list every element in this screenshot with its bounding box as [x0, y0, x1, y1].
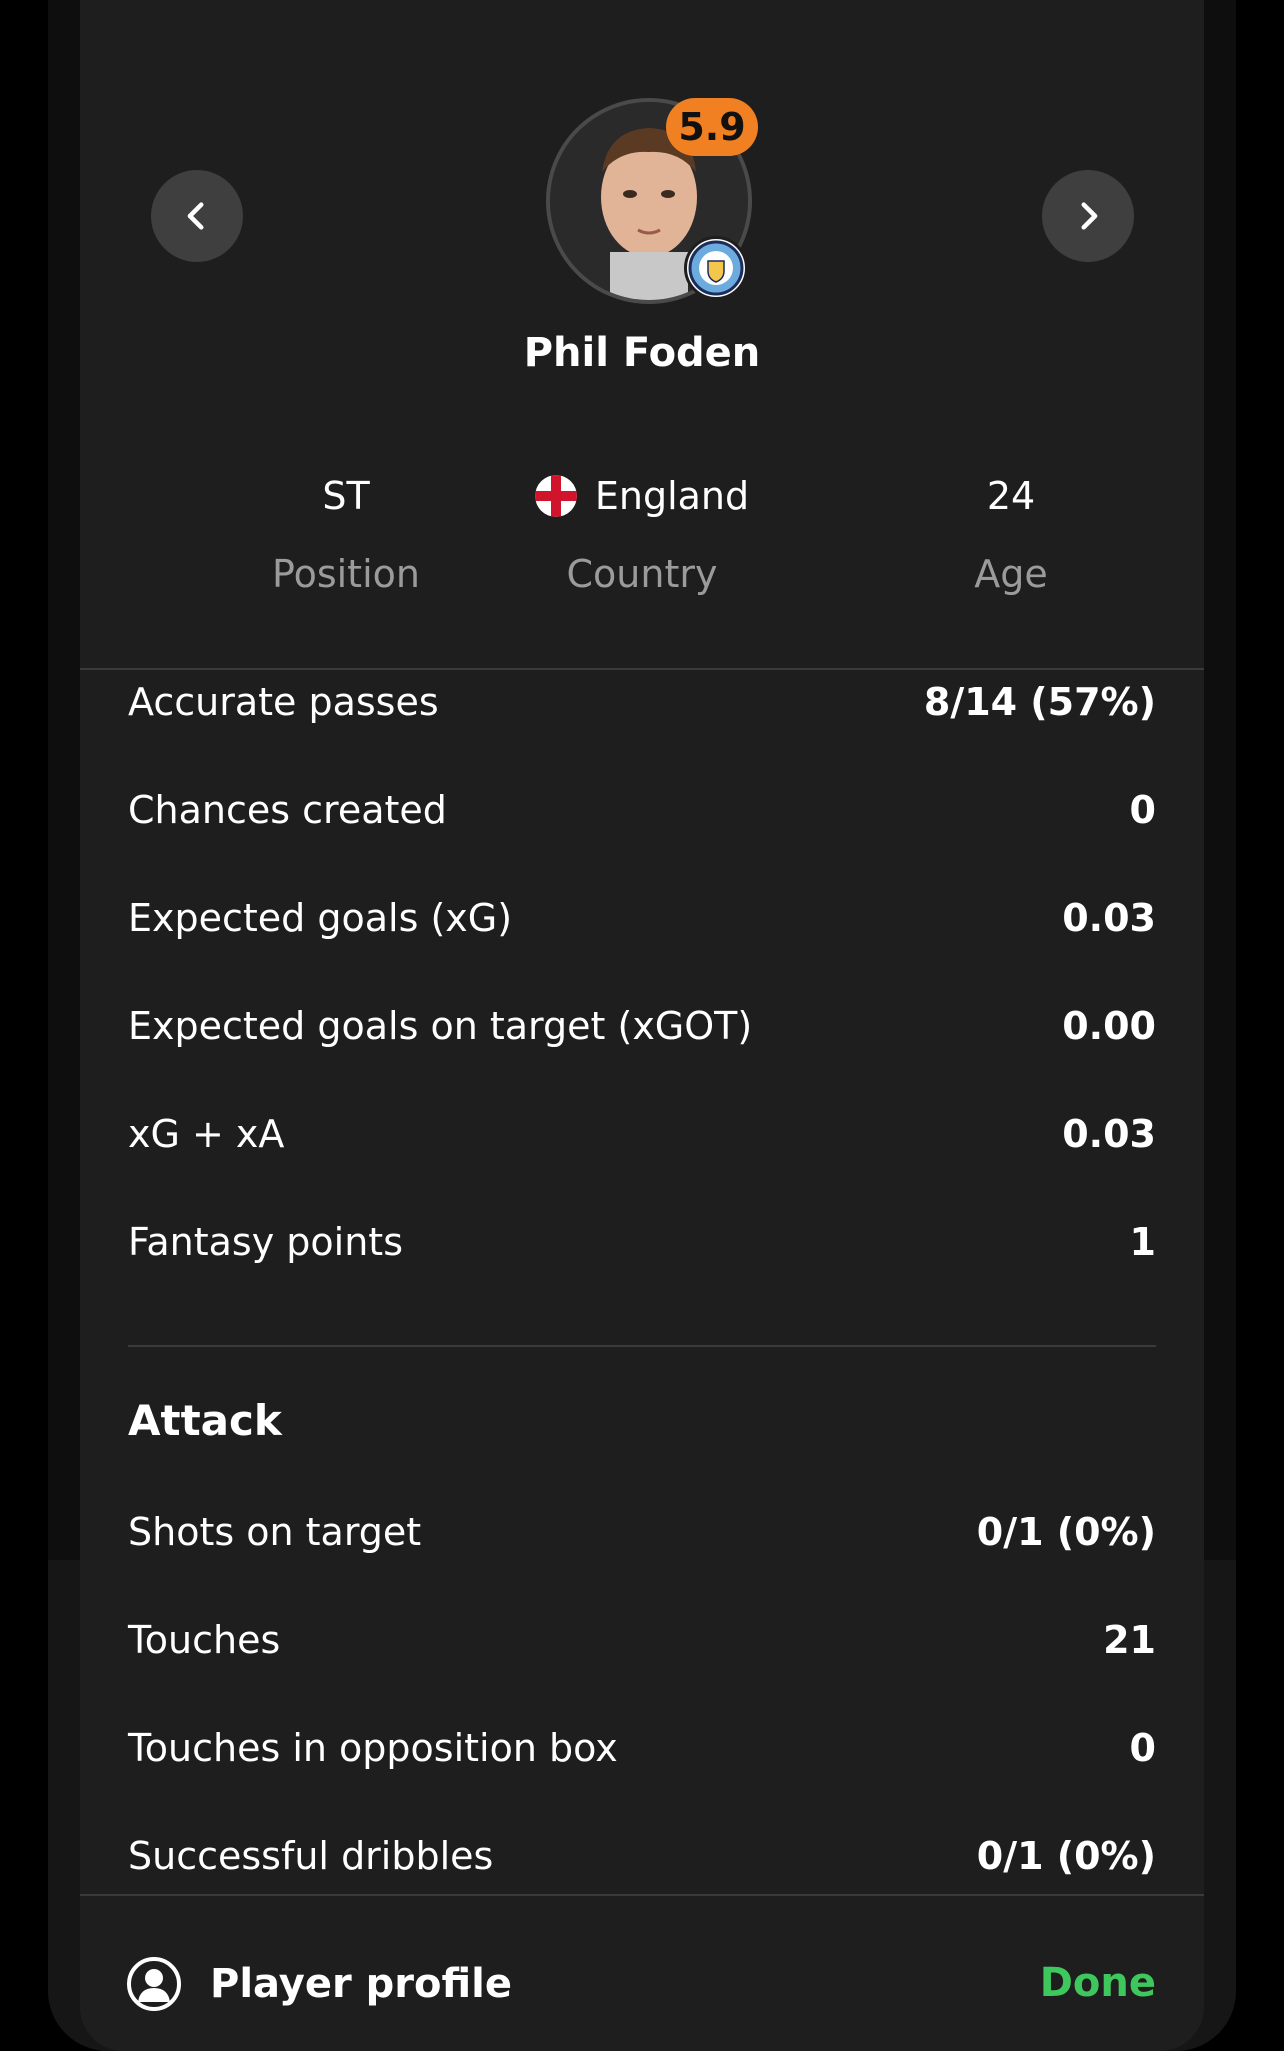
stat-label: Chances created	[128, 788, 447, 832]
stat-value: 0.00	[1062, 1004, 1156, 1048]
position-value: ST	[322, 474, 370, 518]
attack-section-title: Attack	[128, 1396, 282, 1445]
player-stats-sheet: 5.9 Phil Foden ST Position England Count…	[80, 0, 1204, 2051]
country-value: England	[594, 474, 750, 518]
stat-label: Accurate passes	[128, 680, 439, 724]
stat-value: 0	[1129, 1726, 1156, 1770]
player-name: Phil Foden	[523, 330, 761, 376]
header-divider	[80, 668, 1204, 670]
player-profile-button[interactable]: Player profile	[126, 1956, 512, 2012]
player-rating-badge: 5.9	[666, 98, 758, 156]
next-player-button[interactable]	[1042, 170, 1134, 262]
stat-value: 0/1 (0%)	[976, 1834, 1156, 1878]
done-button[interactable]: Done	[1040, 1960, 1156, 2006]
stat-label: xG + xA	[128, 1112, 285, 1156]
stat-row: Fantasy points 1	[128, 1212, 1156, 1272]
stat-row: Expected goals (xG) 0.03	[128, 888, 1156, 948]
stat-value: 1	[1129, 1220, 1156, 1264]
stat-row: Accurate passes 8/14 (57%)	[128, 672, 1156, 732]
age-label: Age	[974, 552, 1048, 596]
age-value: 24	[986, 474, 1036, 518]
player-profile-label: Player profile	[210, 1961, 512, 2007]
stat-row: Expected goals on target (xGOT) 0.00	[128, 996, 1156, 1056]
stat-value: 0.03	[1062, 1112, 1156, 1156]
stat-row: Chances created 0	[128, 780, 1156, 840]
stat-value: 21	[1103, 1618, 1156, 1662]
stat-label: Successful dribbles	[128, 1834, 494, 1878]
stat-value: 0/1 (0%)	[976, 1510, 1156, 1554]
attack-stat-row: Touches in opposition box 0	[128, 1718, 1156, 1778]
user-profile-icon	[127, 1957, 181, 2011]
attack-stat-row: Touches 21	[128, 1610, 1156, 1670]
section-divider	[128, 1345, 1156, 1347]
position-info: ST Position	[176, 470, 516, 596]
sheet-footer: Player profile Done	[80, 1894, 1204, 2051]
stat-label: Expected goals on target (xGOT)	[128, 1004, 753, 1048]
stat-value: 0.03	[1062, 896, 1156, 940]
stat-label: Shots on target	[128, 1510, 422, 1554]
stat-label: Touches in opposition box	[128, 1726, 618, 1770]
position-label: Position	[272, 552, 420, 596]
chevron-right-icon	[1081, 202, 1098, 230]
stat-label: Fantasy points	[128, 1220, 403, 1264]
chevron-left-icon	[187, 202, 204, 230]
age-info: 24 Age	[926, 470, 1096, 596]
previous-player-button[interactable]	[151, 170, 243, 262]
country-label: Country	[566, 552, 718, 596]
stat-label: Touches	[128, 1618, 281, 1662]
attack-stat-row: Shots on target 0/1 (0%)	[128, 1502, 1156, 1562]
stat-row: xG + xA 0.03	[128, 1104, 1156, 1164]
stat-value: 0	[1129, 788, 1156, 832]
england-flag-icon	[534, 475, 577, 517]
player-rating: 5.9	[678, 105, 746, 149]
attack-stat-row: Successful dribbles 0/1 (0%)	[128, 1826, 1156, 1886]
club-crest-icon	[684, 236, 748, 300]
country-info: England Country	[472, 470, 812, 596]
stat-value: 8/14 (57%)	[923, 680, 1156, 724]
stat-label: Expected goals (xG)	[128, 896, 513, 940]
